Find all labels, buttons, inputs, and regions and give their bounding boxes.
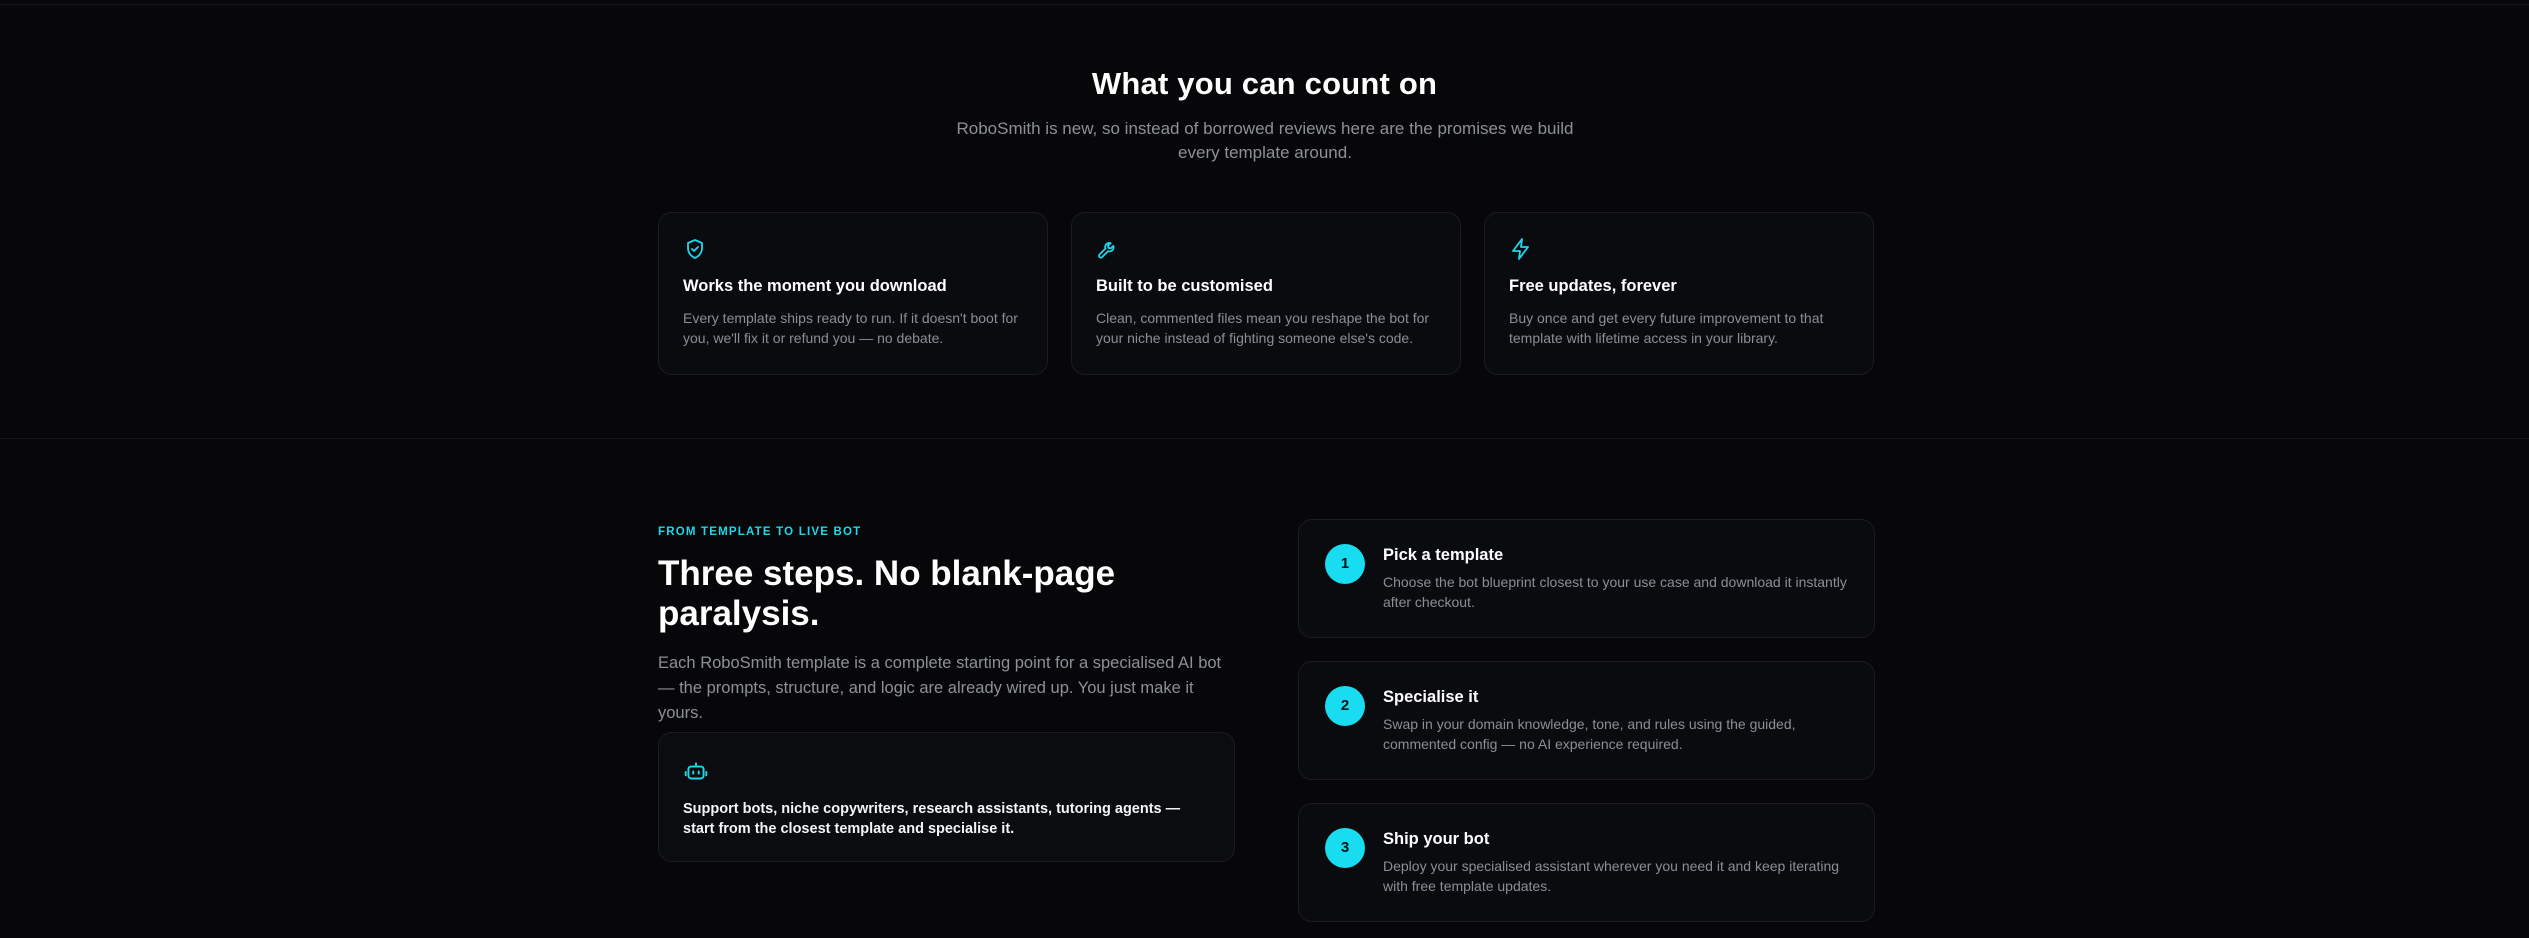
step-text: Deploy your specialised assistant wherev… (1383, 858, 1840, 894)
robot-icon (683, 759, 709, 785)
promise-card-works: Works the moment you download Every temp… (658, 212, 1048, 375)
steps-title: Three steps. No blank-page paralysis. (658, 554, 1116, 633)
step-title: Pick a template (1383, 546, 1504, 564)
step-number-badge: 2 (1325, 686, 1365, 726)
step-text: Swap in your domain knowledge, tone, and… (1383, 716, 1796, 752)
wrench-icon (1096, 237, 1120, 261)
use-case-text: Support bots, niche copywriters, researc… (683, 801, 1181, 837)
step-number-badge: 3 (1325, 828, 1365, 868)
promise-card-text: Buy once and get every future improvemen… (1509, 310, 1824, 346)
step-number-badge: 1 (1325, 544, 1365, 584)
step-card-3: 3 Ship your bot Deploy your specialised … (1298, 803, 1875, 922)
promise-card-updates: Free updates, forever Buy once and get e… (1484, 212, 1874, 375)
top-divider (0, 4, 2529, 5)
promise-card-text: Clean, commented files mean you reshape … (1096, 310, 1430, 346)
use-case-card: Support bots, niche copywriters, researc… (658, 732, 1235, 862)
step-card-1: 1 Pick a template Choose the bot bluepri… (1298, 519, 1875, 638)
promises-title: What you can count on (1091, 66, 1438, 101)
steps-eyebrow: FROM TEMPLATE TO LIVE BOT (658, 526, 862, 538)
promises-subtitle: RoboSmith is new, so instead of borrowed… (956, 119, 1574, 162)
step-text: Choose the bot blueprint closest to your… (1383, 574, 1847, 610)
promise-card-title: Free updates, forever (1509, 277, 1677, 295)
shield-check-icon (683, 237, 707, 261)
promise-card-text: Every template ships ready to run. If it… (683, 310, 1018, 346)
step-card-2: 2 Specialise it Swap in your domain know… (1298, 661, 1875, 780)
step-title: Specialise it (1383, 688, 1479, 706)
promise-card-title: Works the moment you download (683, 277, 947, 295)
promise-card-customised: Built to be customised Clean, commented … (1071, 212, 1461, 375)
steps-description: Each RoboSmith template is a complete st… (658, 654, 1222, 722)
section-divider (0, 438, 2529, 439)
promise-card-title: Built to be customised (1096, 277, 1273, 295)
lightning-icon (1509, 237, 1533, 261)
step-title: Ship your bot (1383, 830, 1490, 848)
